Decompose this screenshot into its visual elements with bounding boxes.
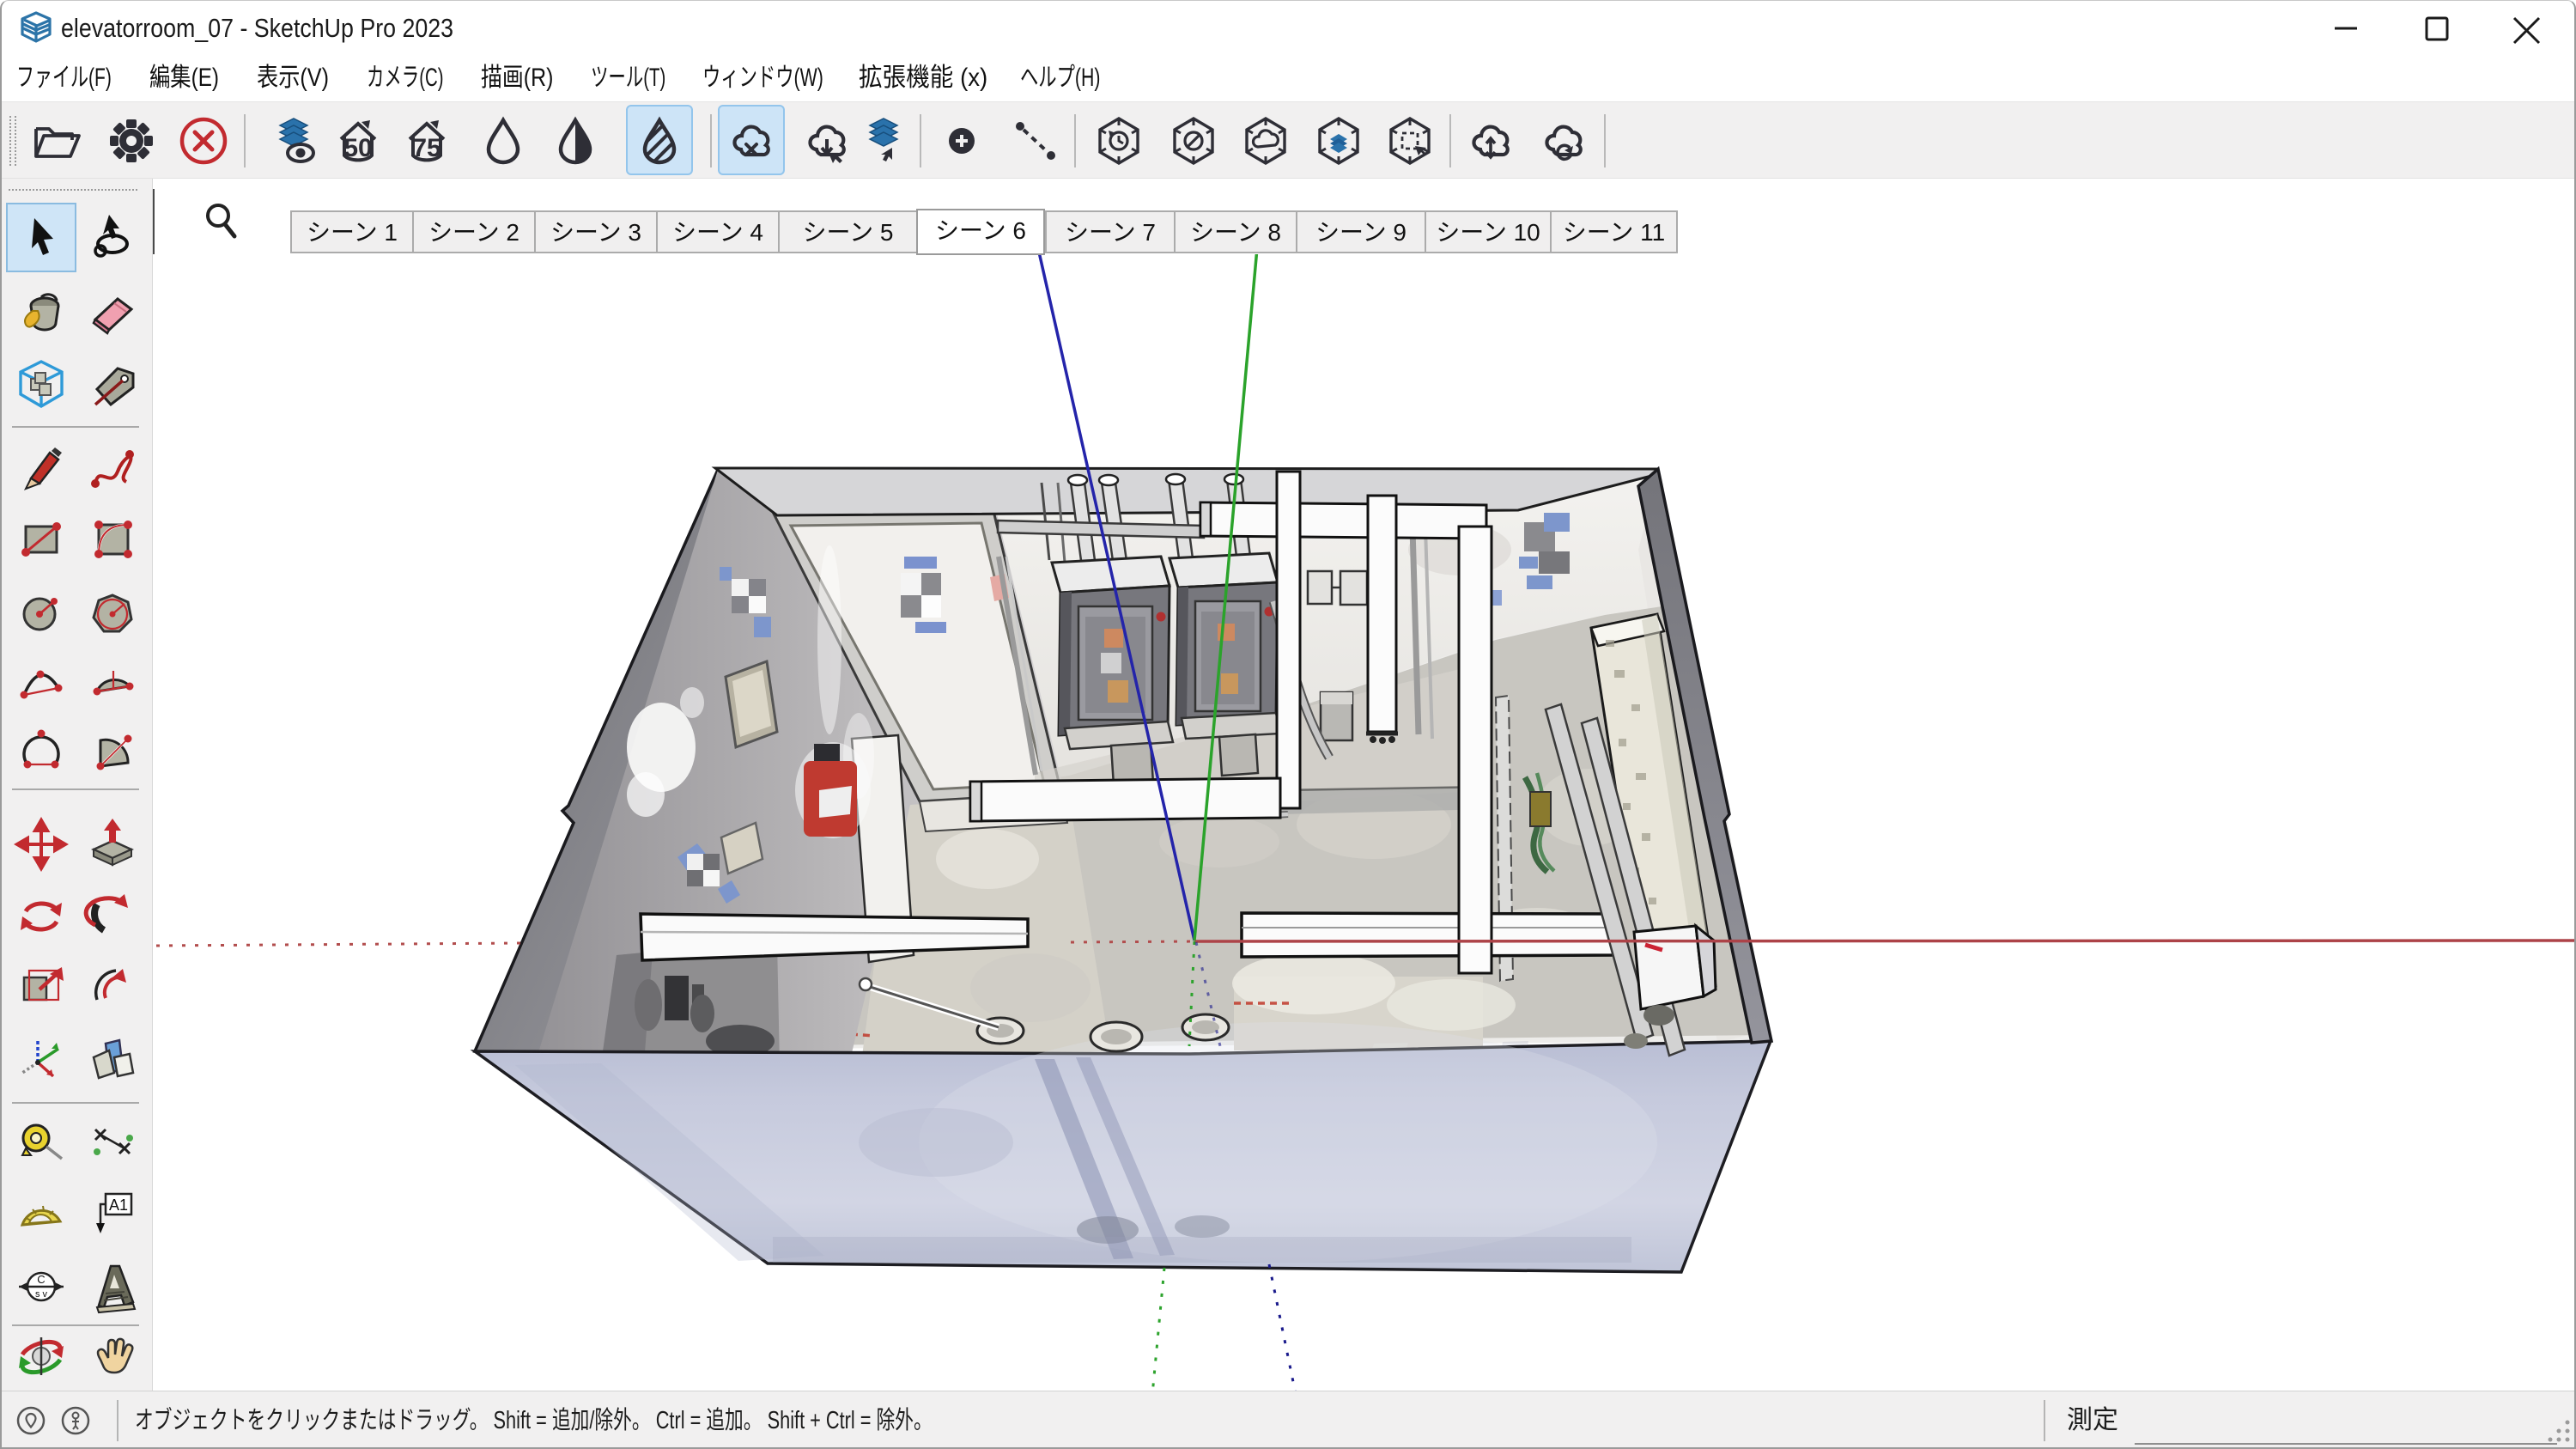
svg-text:s v: s v (35, 1289, 48, 1300)
svg-text:C: C (37, 1273, 45, 1286)
svg-text:75: 75 (412, 134, 440, 162)
svg-text:50: 50 (343, 134, 372, 162)
svg-text:A1: A1 (109, 1196, 128, 1214)
